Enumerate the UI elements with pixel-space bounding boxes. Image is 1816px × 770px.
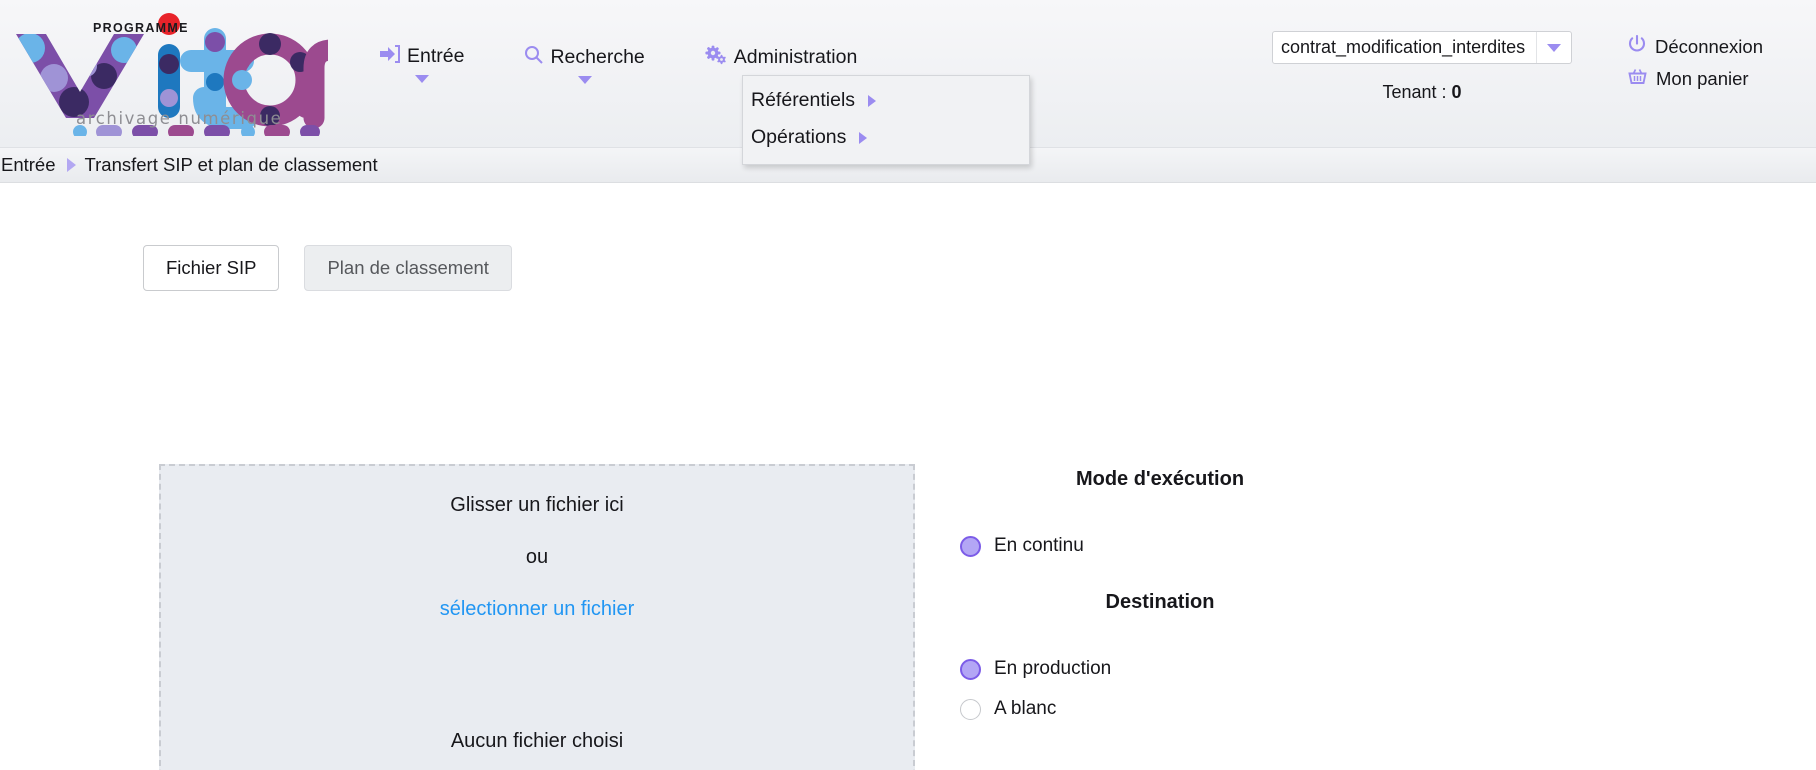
execution-mode-title: Mode d'exécution: [1075, 468, 1245, 490]
cogs-icon: [705, 45, 727, 70]
upload-tabs: Fichier SIP Plan de classement: [143, 245, 512, 291]
dropdown-label-operations: Opérations: [751, 126, 847, 148]
radio-row-en-continu[interactable]: En continu: [960, 535, 1360, 557]
radio-en-production[interactable]: [960, 658, 981, 680]
header-actions: Déconnexion Mon panier: [1628, 34, 1763, 100]
nav-label-entree: Entrée: [407, 45, 465, 67]
logo-programme-text: PROGRAMME: [93, 21, 189, 35]
tenant-contract-value: contrat_modification_interdites: [1281, 37, 1526, 57]
dropdown-label-referentiels: Référentiels: [751, 89, 856, 111]
select-arrow-box[interactable]: [1536, 32, 1571, 63]
caret-right-icon: [66, 158, 76, 172]
dropzone-instructions: Glisser un fichier ici ou sélectionner u…: [161, 494, 913, 621]
dropdown-item-operations[interactable]: Opérations: [743, 119, 1029, 156]
tab-label-fichier-sip: Fichier SIP: [166, 257, 257, 278]
radio-label-a-blanc: A blanc: [994, 698, 1057, 719]
tab-label-plan-de-classement: Plan de classement: [327, 257, 489, 278]
tenant-display: Tenant : 0: [1272, 82, 1572, 103]
radio-row-a-blanc[interactable]: A blanc: [960, 698, 1360, 720]
file-dropzone[interactable]: Glisser un fichier ici ou sélectionner u…: [159, 464, 915, 770]
cart-button[interactable]: Mon panier: [1628, 68, 1763, 90]
logo-tagline: archivage numérique: [76, 109, 283, 128]
chevron-down-icon[interactable]: [415, 75, 430, 83]
nav-item-recherche[interactable]: Recherche: [494, 45, 674, 84]
dropzone-line-2: ou: [525, 546, 549, 568]
tab-plan-de-classement[interactable]: Plan de classement: [304, 245, 512, 291]
nav-item-entree[interactable]: Entrée: [350, 45, 494, 83]
search-icon: [524, 45, 544, 69]
radio-label-en-production: En production: [994, 658, 1112, 679]
caret-right-icon: [859, 131, 868, 144]
vitam-logo[interactable]: PROGRAMME archivage numérique: [8, 6, 328, 136]
logout-button[interactable]: Déconnexion: [1628, 34, 1763, 58]
caret-right-icon: [868, 94, 877, 107]
main-content: Fichier SIP Plan de classement Glisser u…: [0, 183, 1816, 770]
tenant-contract-select[interactable]: contrat_modification_interdites: [1272, 31, 1572, 64]
logout-label: Déconnexion: [1655, 35, 1763, 57]
radio-row-en-production[interactable]: En production: [960, 658, 1360, 680]
dropzone-line-1: Glisser un fichier ici: [450, 494, 624, 516]
selected-file-status: Aucun fichier choisi: [450, 730, 624, 752]
app-header: PROGRAMME archivage numérique Entrée Rec…: [0, 0, 1816, 165]
power-icon: [1628, 34, 1646, 58]
administration-dropdown-menu: Référentiels Opérations: [742, 75, 1030, 165]
sign-in-icon: [380, 45, 400, 68]
nav-item-administration[interactable]: Administration: [675, 45, 888, 70]
basket-icon: [1628, 68, 1647, 90]
select-file-link[interactable]: sélectionner un fichier: [161, 598, 913, 621]
destination-title: Destination: [1105, 591, 1215, 613]
options-panel: Mode d'exécution En continu Destination …: [960, 468, 1360, 738]
breadcrumb-root[interactable]: Entrée: [1, 154, 56, 176]
breadcrumb-current: Transfert SIP et plan de classement: [84, 154, 378, 175]
radio-label-en-continu: En continu: [994, 535, 1084, 556]
radio-en-continu[interactable]: [960, 535, 981, 557]
tenant-number: 0: [1451, 82, 1462, 102]
dropdown-item-referentiels[interactable]: Référentiels: [743, 82, 1029, 119]
nav-label-administration: Administration: [733, 46, 858, 68]
tab-fichier-sip[interactable]: Fichier SIP: [143, 245, 280, 291]
radio-a-blanc[interactable]: [960, 698, 981, 720]
cart-label: Mon panier: [1656, 68, 1749, 89]
caret-down-icon: [1547, 43, 1561, 52]
nav-label-recherche: Recherche: [550, 45, 645, 68]
tenant-label: Tenant :: [1382, 82, 1447, 102]
chevron-down-icon[interactable]: [577, 76, 592, 84]
